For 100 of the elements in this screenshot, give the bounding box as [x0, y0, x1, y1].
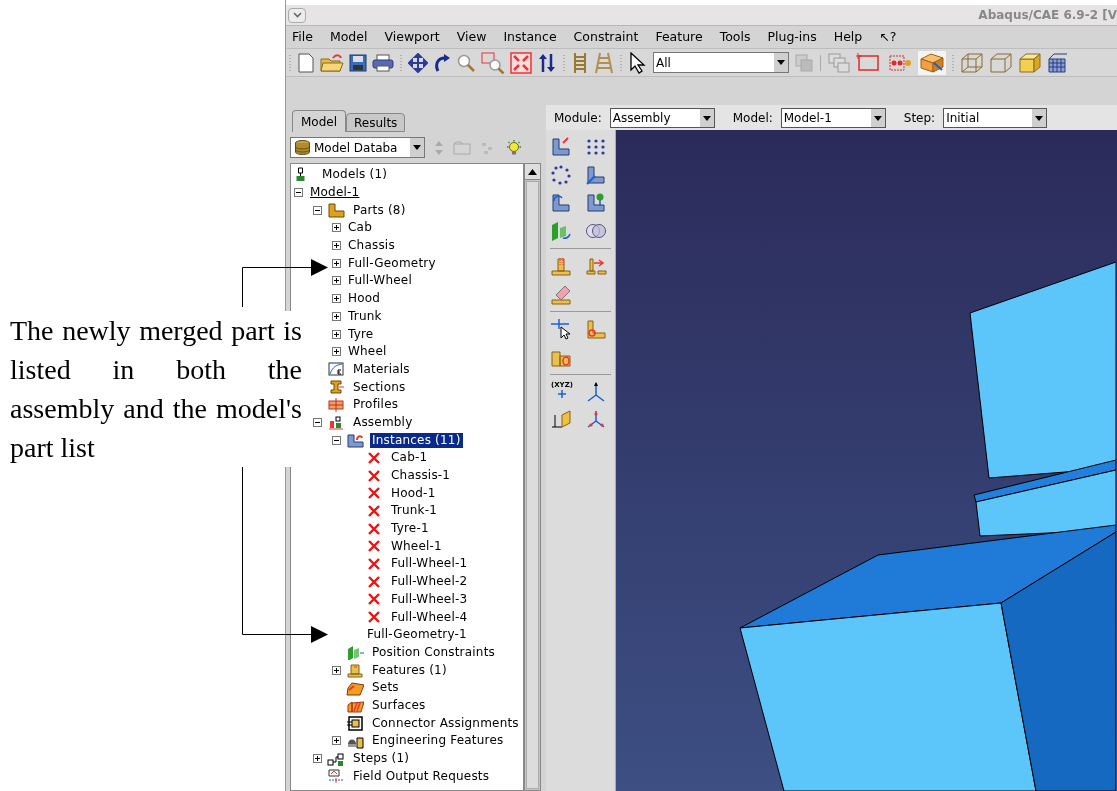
tree-item[interactable]: Chassis	[346, 238, 397, 254]
tree-item[interactable]: Chassis-1	[389, 468, 453, 484]
menu-item[interactable]: Instance	[503, 27, 557, 47]
move-arrows-icon[interactable]	[408, 52, 428, 73]
rotate-arrow-icon[interactable]	[433, 52, 451, 73]
magnifier-icon[interactable]	[456, 52, 476, 73]
collapse-toggle[interactable]	[332, 435, 341, 445]
expand-toggle[interactable]	[332, 311, 341, 321]
menu-item[interactable]: Constraint	[573, 27, 639, 47]
tree-item[interactable]: Sections	[351, 379, 408, 395]
tree-item[interactable]: Cab	[346, 220, 374, 236]
expand-toggle[interactable]	[332, 294, 341, 304]
tree-item[interactable]: Wheel-1	[389, 538, 444, 554]
t-shape-icon[interactable]	[550, 255, 572, 277]
expand-toggle[interactable]	[332, 665, 341, 675]
open-folder-icon[interactable]	[320, 52, 344, 73]
tree-item[interactable]: Full-Geometry	[346, 255, 438, 271]
tree-item[interactable]: Full-Geometry-1	[365, 627, 469, 643]
collapse-toggle[interactable]	[313, 417, 322, 427]
menu-item[interactable]: Feature	[655, 27, 703, 47]
shaded-cube-icon[interactable]	[1018, 51, 1042, 74]
tree-item[interactable]: Hood-1	[389, 485, 438, 501]
menu-item[interactable]: Tools	[719, 27, 751, 47]
window-menu-button[interactable]	[288, 7, 306, 23]
expand-toggle[interactable]	[332, 736, 341, 746]
tree-item[interactable]: Full-Wheel-1	[389, 556, 470, 572]
up-down-arrows-icon[interactable]	[537, 52, 557, 73]
expand-toggle[interactable]	[332, 347, 341, 357]
menu-item[interactable]: Viewport	[384, 27, 440, 47]
box-zoom-icon[interactable]	[481, 51, 505, 74]
expand-toggle[interactable]	[332, 329, 341, 339]
dot-ring-icon[interactable]	[550, 164, 572, 186]
tree-item[interactable]: Model-1	[308, 185, 362, 201]
box-select-icon[interactable]	[918, 50, 946, 75]
tree-item[interactable]: Surfaces	[370, 697, 428, 713]
tree-item[interactable]: Hood	[346, 291, 383, 307]
l-shapes-arrow-icon[interactable]	[584, 164, 607, 186]
tree-item[interactable]: Tyre	[346, 326, 376, 342]
tree-item[interactable]: Trunk	[346, 308, 384, 324]
tab[interactable]: Results	[346, 113, 406, 132]
model-database-dropdown[interactable]: Model Databa	[290, 137, 425, 158]
toolbar-grip[interactable]	[819, 52, 822, 73]
tree-item[interactable]: Full-Wheel-4	[389, 609, 470, 625]
tree-item[interactable]: Profiles	[351, 397, 401, 413]
save-icon[interactable]	[349, 53, 367, 72]
menu-item[interactable]: Model	[329, 27, 368, 47]
tree-item[interactable]: Steps (1)	[351, 751, 412, 767]
plates-arrow-icon[interactable]	[550, 220, 572, 242]
wireframe-cube-icon[interactable]	[960, 51, 984, 74]
l-shape-arrow-icon[interactable]	[550, 136, 572, 158]
l-shape-rotate-icon[interactable]	[550, 192, 572, 214]
tree-item[interactable]: Tyre-1	[389, 521, 431, 537]
axes-plane-icon[interactable]	[550, 409, 572, 431]
tree-item[interactable]: Cab-1	[389, 450, 430, 466]
menu-item[interactable]: ↖?	[879, 27, 897, 47]
scrollbar[interactable]	[524, 163, 541, 791]
tree-item[interactable]: Models (1)	[320, 167, 390, 183]
menu-item[interactable]: View	[456, 27, 487, 47]
tree-item[interactable]: Assembly	[351, 414, 415, 430]
tab[interactable]: Model	[292, 110, 347, 132]
tree-item[interactable]: Sets	[370, 680, 401, 696]
tree-item[interactable]: Engineering Features	[370, 733, 506, 749]
new-file-icon[interactable]	[297, 52, 315, 73]
tree-item[interactable]: Full-Wheel	[346, 273, 414, 289]
ladder-icon[interactable]	[594, 51, 614, 74]
cursor-arrow-icon[interactable]	[628, 51, 648, 74]
eraser-icon[interactable]	[550, 283, 572, 305]
menu-item[interactable]: Plug-ins	[767, 27, 817, 47]
expand-toggle[interactable]	[313, 754, 322, 764]
tree-item[interactable]: Field Output Requests	[351, 768, 492, 784]
expand-toggle[interactable]	[332, 223, 341, 233]
dropdown[interactable]: Model-1	[780, 107, 886, 128]
rectangle-select-icon[interactable]	[856, 51, 882, 74]
expand-toggle[interactable]	[332, 258, 341, 268]
tree-item[interactable]: Connector Assignments	[370, 715, 521, 731]
hidden-line-cube-icon[interactable]	[989, 51, 1013, 74]
selection-filter-dropdown[interactable]: All	[653, 52, 789, 73]
expand-toggle[interactable]	[332, 241, 341, 251]
l-shape-pin-icon[interactable]	[584, 192, 607, 214]
tree-item[interactable]: Features (1)	[370, 662, 449, 678]
ladder-icon[interactable]	[571, 51, 589, 74]
collapse-toggle[interactable]	[294, 188, 303, 198]
printer-icon[interactable]	[372, 53, 394, 72]
tree-item[interactable]: Materials	[351, 361, 412, 377]
dropdown[interactable]: Assembly	[609, 107, 715, 128]
tree-item[interactable]: Full-Wheel-3	[389, 591, 470, 607]
dropdown[interactable]: Initial	[943, 107, 1048, 128]
collapse-toggle[interactable]	[313, 205, 322, 215]
lightbulb-icon[interactable]	[505, 138, 523, 157]
scroll-up-icon[interactable]	[528, 168, 537, 175]
tree-item[interactable]: Full-Wheel-2	[389, 574, 470, 590]
tree-item[interactable]: Wheel	[346, 344, 389, 360]
mesh-cube-icon[interactable]	[1047, 51, 1067, 74]
expand-toggle[interactable]	[332, 276, 341, 286]
t-shapes-arrow-icon[interactable]	[584, 255, 607, 277]
tree-item[interactable]: Trunk-1	[389, 503, 440, 519]
tree-item[interactable]: Parts (8)	[351, 202, 408, 218]
cursor-axis-icon[interactable]	[550, 318, 572, 340]
menu-item[interactable]: File	[292, 27, 313, 47]
menu-item[interactable]: Help	[833, 27, 863, 47]
